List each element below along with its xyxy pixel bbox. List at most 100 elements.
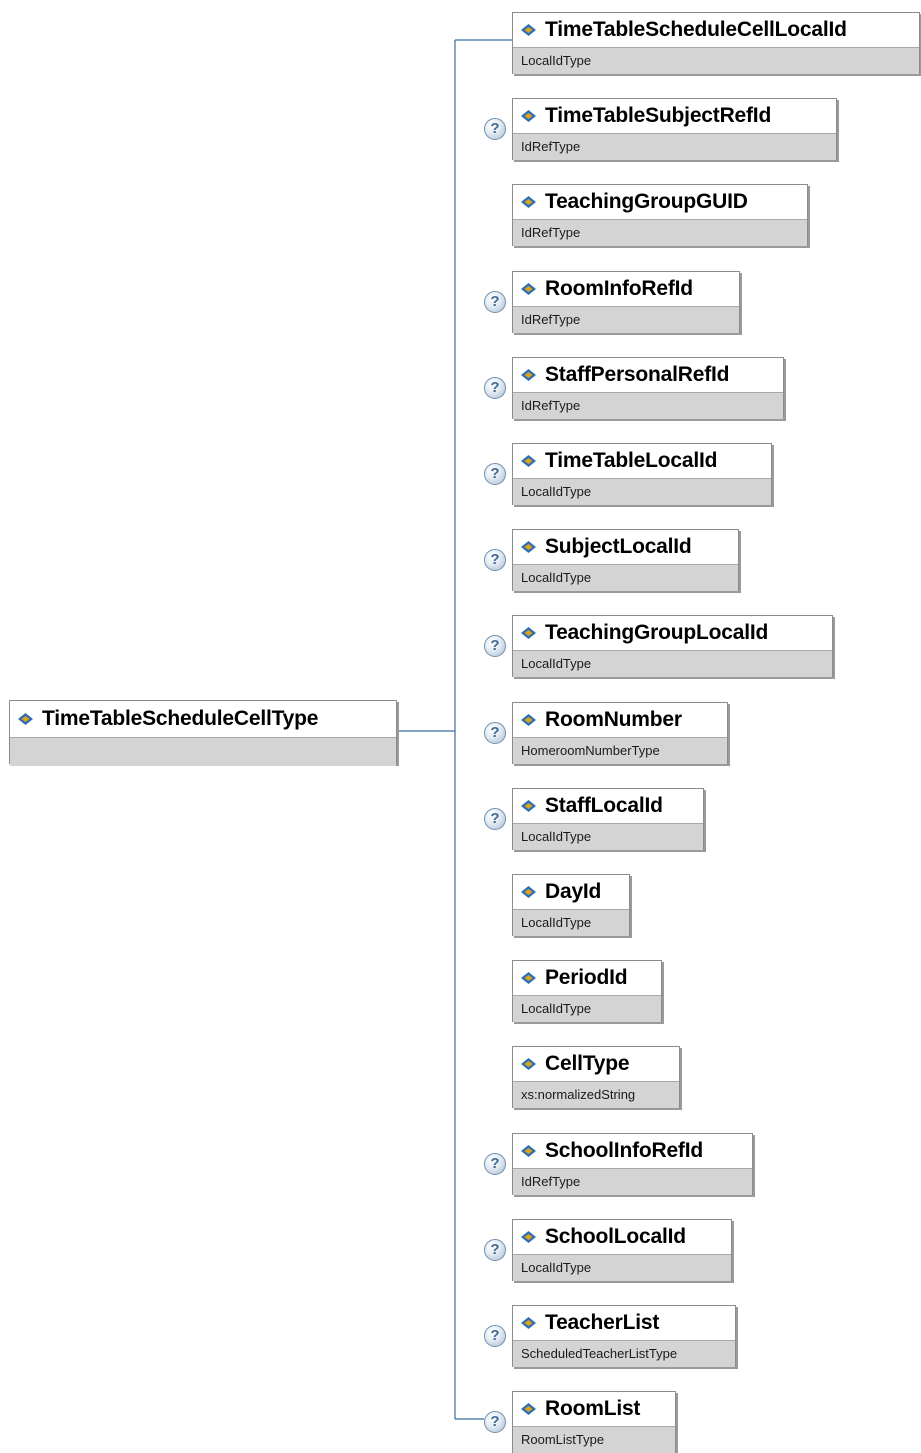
element-node-header: StaffLocalId <box>513 789 703 823</box>
root-node-type <box>10 737 396 766</box>
element-name: RoomList <box>545 1397 641 1420</box>
element-node[interactable]: TeacherList ScheduledTeacherListType <box>512 1305 736 1367</box>
element-node-header: TimeTableScheduleCellLocalId <box>513 13 919 47</box>
element-diamond-icon <box>521 1317 536 1329</box>
element-node[interactable]: SubjectLocalId LocalIdType <box>512 529 739 591</box>
element-diamond-icon <box>521 1058 536 1070</box>
element-diamond-icon <box>521 283 536 295</box>
element-node[interactable]: PeriodId LocalIdType <box>512 960 662 1022</box>
element-name: TimeTableSubjectRefId <box>545 104 772 127</box>
element-name: TimeTableScheduleCellLocalId <box>545 18 847 41</box>
element-name: TeachingGroupGUID <box>545 190 748 213</box>
element-node[interactable]: RoomList RoomListType <box>512 1391 676 1453</box>
element-name: RoomInfoRefId <box>545 277 693 300</box>
optional-question-icon: ? <box>484 1325 506 1347</box>
element-diamond-icon <box>521 369 536 381</box>
element-node[interactable]: RoomInfoRefId IdRefType <box>512 271 740 333</box>
element-diamond-icon <box>521 541 536 553</box>
element-type: LocalIdType <box>513 823 703 850</box>
element-diamond-icon <box>521 1145 536 1157</box>
element-type: ScheduledTeacherListType <box>513 1340 735 1367</box>
element-type: xs:normalizedString <box>513 1081 679 1108</box>
element-diamond-icon <box>521 800 536 812</box>
element-type: LocalIdType <box>513 564 738 591</box>
element-diamond-icon <box>18 713 33 725</box>
element-name: CellType <box>545 1052 630 1075</box>
element-name: RoomNumber <box>545 708 682 731</box>
element-node-header: TeachingGroupGUID <box>513 185 807 219</box>
element-diamond-icon <box>521 972 536 984</box>
optional-question-icon: ? <box>484 1153 506 1175</box>
optional-question-icon: ? <box>484 463 506 485</box>
element-node[interactable]: DayId LocalIdType <box>512 874 630 936</box>
optional-question-icon: ? <box>484 291 506 313</box>
element-type: IdRefType <box>513 219 807 246</box>
root-node-name: TimeTableScheduleCellType <box>42 707 319 730</box>
element-node-header: RoomInfoRefId <box>513 272 739 306</box>
element-diamond-icon <box>521 455 536 467</box>
element-diamond-icon <box>521 1231 536 1243</box>
element-node-header: TimeTableSubjectRefId <box>513 99 836 133</box>
element-node-header: TimeTableLocalId <box>513 444 771 478</box>
optional-question-icon: ? <box>484 808 506 830</box>
element-node[interactable]: TimeTableLocalId LocalIdType <box>512 443 772 505</box>
element-type: LocalIdType <box>513 478 771 505</box>
element-node[interactable]: StaffLocalId LocalIdType <box>512 788 704 850</box>
element-name: StaffPersonalRefId <box>545 363 730 386</box>
element-type: LocalIdType <box>513 47 919 74</box>
element-node[interactable]: TeachingGroupLocalId LocalIdType <box>512 615 833 677</box>
element-type: IdRefType <box>513 1168 752 1195</box>
element-diamond-icon <box>521 110 536 122</box>
element-node-header: TeacherList <box>513 1306 735 1340</box>
element-type: IdRefType <box>513 306 739 333</box>
optional-question-icon: ? <box>484 377 506 399</box>
element-name: PeriodId <box>545 966 628 989</box>
optional-question-icon: ? <box>484 635 506 657</box>
element-node[interactable]: TimeTableScheduleCellLocalId LocalIdType <box>512 12 920 74</box>
element-node-header: RoomList <box>513 1392 675 1426</box>
element-type: LocalIdType <box>513 909 629 936</box>
element-name: TimeTableLocalId <box>545 449 718 472</box>
element-node[interactable]: RoomNumber HomeroomNumberType <box>512 702 728 764</box>
element-node[interactable]: TimeTableSubjectRefId IdRefType <box>512 98 837 160</box>
element-diamond-icon <box>521 196 536 208</box>
element-node-header: RoomNumber <box>513 703 727 737</box>
element-node[interactable]: CellType xs:normalizedString <box>512 1046 680 1108</box>
optional-question-icon: ? <box>484 549 506 571</box>
element-name: SchoolLocalId <box>545 1225 686 1248</box>
element-type: LocalIdType <box>513 1254 731 1281</box>
element-type: IdRefType <box>513 392 783 419</box>
element-diamond-icon <box>521 1403 536 1415</box>
optional-question-icon: ? <box>484 1411 506 1433</box>
element-node-header: StaffPersonalRefId <box>513 358 783 392</box>
element-diamond-icon <box>521 627 536 639</box>
element-name: SchoolInfoRefId <box>545 1139 703 1162</box>
element-node-header: SchoolInfoRefId <box>513 1134 752 1168</box>
element-node-header: CellType <box>513 1047 679 1081</box>
element-type: HomeroomNumberType <box>513 737 727 764</box>
element-diamond-icon <box>521 714 536 726</box>
optional-question-icon: ? <box>484 722 506 744</box>
root-node[interactable]: TimeTableScheduleCellType <box>9 700 397 766</box>
element-node-header: SchoolLocalId <box>513 1220 731 1254</box>
element-type: RoomListType <box>513 1426 675 1453</box>
element-name: TeachingGroupLocalId <box>545 621 769 644</box>
element-node[interactable]: SchoolLocalId LocalIdType <box>512 1219 732 1281</box>
element-node[interactable]: TeachingGroupGUID IdRefType <box>512 184 808 246</box>
element-type: LocalIdType <box>513 995 661 1022</box>
element-node[interactable]: StaffPersonalRefId IdRefType <box>512 357 784 419</box>
optional-question-icon: ? <box>484 1239 506 1261</box>
element-node-header: DayId <box>513 875 629 909</box>
element-name: DayId <box>545 880 602 903</box>
element-name: SubjectLocalId <box>545 535 692 558</box>
element-name: StaffLocalId <box>545 794 663 817</box>
element-node-header: PeriodId <box>513 961 661 995</box>
element-diamond-icon <box>521 886 536 898</box>
element-type: IdRefType <box>513 133 836 160</box>
optional-question-icon: ? <box>484 118 506 140</box>
element-diamond-icon <box>521 24 536 36</box>
element-node-header: TeachingGroupLocalId <box>513 616 832 650</box>
element-type: LocalIdType <box>513 650 832 677</box>
element-node-header: SubjectLocalId <box>513 530 738 564</box>
element-node[interactable]: SchoolInfoRefId IdRefType <box>512 1133 753 1195</box>
